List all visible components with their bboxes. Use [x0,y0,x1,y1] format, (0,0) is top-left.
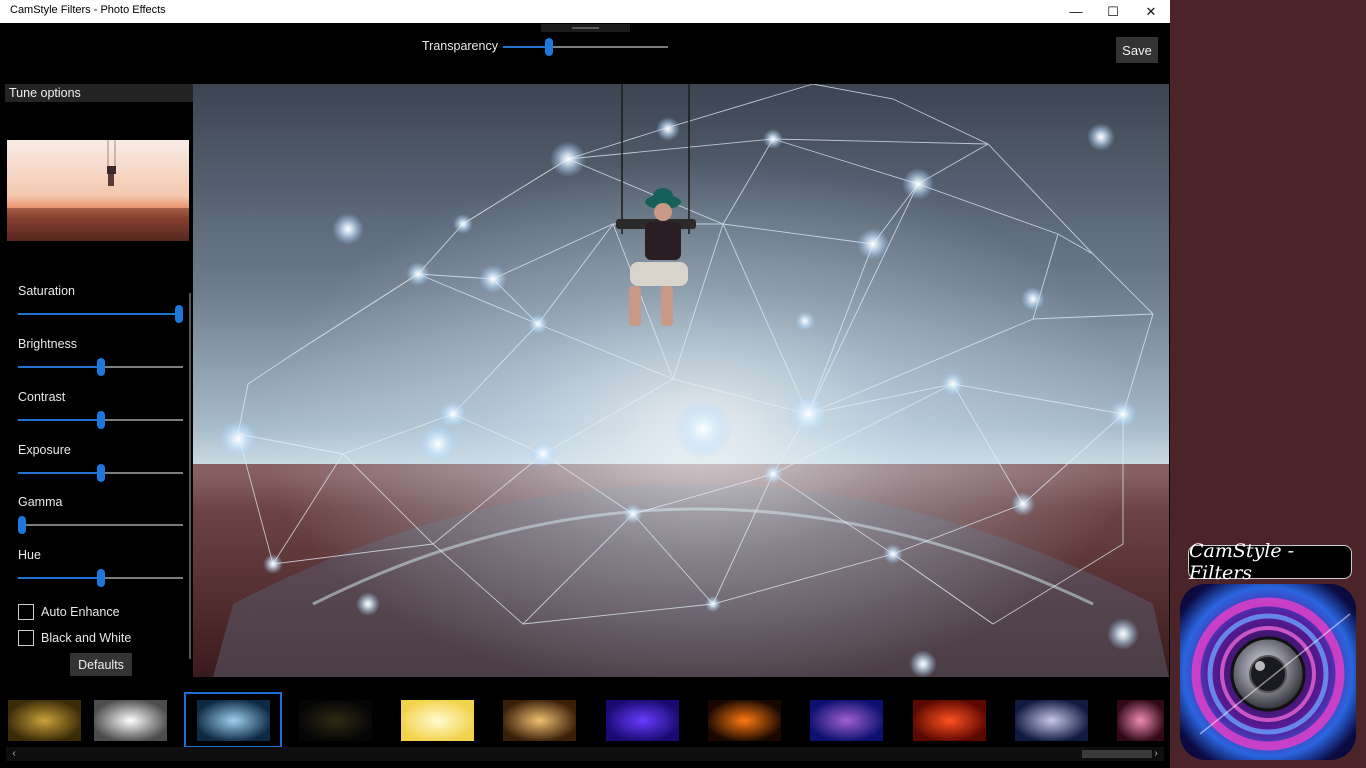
transparency-slider-thumb[interactable] [545,38,553,56]
hue-slider-thumb[interactable] [97,569,105,587]
hue-slider-fill [18,577,101,579]
brightness-slider-fill [18,366,101,368]
black-and-white-label: Black and White [41,631,132,645]
brightness-slider[interactable] [18,358,183,376]
contrast-slider-thumb[interactable] [97,411,105,429]
toolbar: Transparency Save [0,23,1170,83]
filter-thumbnail-pink-edge[interactable] [1117,700,1164,741]
exposure-slider-fill [18,472,101,474]
saturation-label: Saturation [18,284,75,298]
maximize-icon: ☐ [1107,3,1119,19]
photo-preview-thumbnail [7,140,189,241]
brightness-label: Brightness [18,337,78,351]
scroll-left-arrow-icon[interactable]: ‹ [8,747,20,761]
defaults-button[interactable]: Defaults [70,653,132,676]
edited-photo [193,84,1169,677]
minimize-button[interactable]: — [1057,0,1095,23]
camstyle-app-logo [1180,584,1356,760]
promo-title: CamStyle - Filters [1188,540,1352,584]
filter-thumbnail-lens-flare[interactable] [94,700,167,741]
panel-scrollbar[interactable] [189,293,191,659]
transparency-label: Transparency [422,39,498,53]
filter-strip-scrollbar[interactable]: ‹ › [6,747,1164,761]
window-title: CamStyle Filters - Photo Effects [10,4,166,16]
gamma-slider-thumb[interactable] [18,516,26,534]
saturation-slider[interactable] [18,305,183,323]
filter-thumbnail-golden-rain[interactable] [8,700,81,741]
filter-thumbnail-red-bokeh[interactable] [913,700,986,741]
saturation-slider-thumb[interactable] [175,305,183,323]
filter-strip: ‹ › [0,684,1170,768]
filter-thumbnail-orange-burst[interactable] [708,700,781,741]
save-button[interactable]: Save [1116,37,1158,63]
app-window: CamStyle Filters - Photo Effects — ☐ ✕ T… [0,0,1170,768]
brightness-slider-thumb[interactable] [97,358,105,376]
tune-options-panel: Tune options Saturation Brightness Contr… [0,83,193,677]
exposure-label: Exposure [18,443,71,457]
auto-enhance-label: Auto Enhance [41,605,120,619]
minimize-icon: — [1069,4,1083,19]
transparency-slider-fill [503,46,549,48]
hue-label: Hue [18,548,41,562]
exposure-slider[interactable] [18,464,183,482]
black-and-white-checkbox[interactable] [18,630,34,646]
contrast-slider-fill [18,419,101,421]
hue-slider[interactable] [18,569,183,587]
promo-panel: CamStyle - Filters [1170,0,1366,768]
contrast-slider[interactable] [18,411,183,429]
scroll-right-arrow-icon[interactable]: › [1150,747,1162,761]
auto-enhance-checkbox[interactable] [18,604,34,620]
gamma-slider[interactable] [18,516,183,534]
filter-thumbnail-violet-light[interactable] [606,700,679,741]
selected-filter-highlight [184,692,282,748]
filter-thumbnail-dark-dust[interactable] [299,700,372,741]
filter-thumbnail-nebula[interactable] [810,700,883,741]
title-bar: CamStyle Filters - Photo Effects — ☐ ✕ [0,0,1170,23]
scrollbar-thumb[interactable] [1082,750,1152,758]
photo-canvas[interactable] [193,84,1169,677]
gamma-label: Gamma [18,495,63,509]
maximize-button[interactable]: ☐ [1094,0,1132,23]
exposure-slider-thumb[interactable] [97,464,105,482]
saturation-slider-fill [18,313,183,315]
close-icon: ✕ [1145,3,1157,19]
filter-thumbnail-blue-streak[interactable] [1015,700,1088,741]
drag-handle[interactable] [541,24,630,32]
transparency-slider[interactable] [503,38,668,56]
contrast-label: Contrast [18,390,66,404]
tune-options-header: Tune options [5,84,193,102]
filter-thumbnail-sun-glow[interactable] [401,700,474,741]
filter-thumbnail-amber-streak[interactable] [503,700,576,741]
close-button[interactable]: ✕ [1132,0,1170,23]
